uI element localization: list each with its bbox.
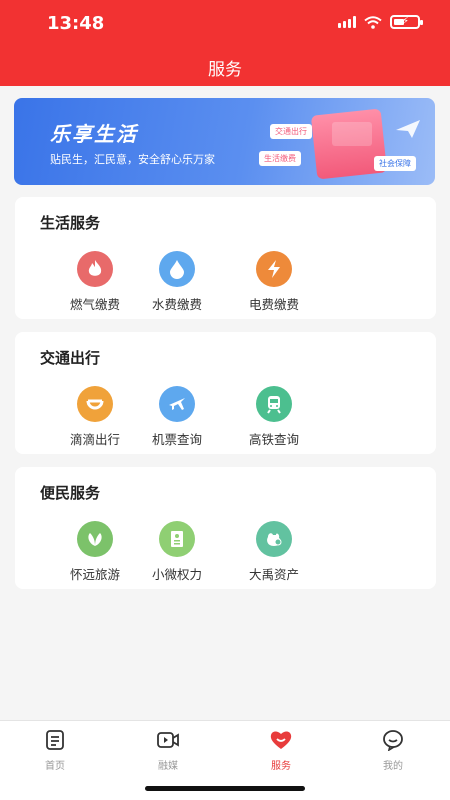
- tab-label: 服务: [271, 761, 291, 772]
- section-title: 交通出行: [40, 349, 101, 367]
- flame-icon: [77, 251, 113, 287]
- service-train-query[interactable]: 高铁查询: [239, 386, 309, 448]
- service-tourism[interactable]: 怀远旅游: [60, 521, 130, 583]
- heart-icon: [270, 731, 292, 749]
- banner-tag-payment: 生活缴费: [259, 151, 301, 166]
- service-label: 机票查询: [151, 432, 202, 447]
- train-icon: [256, 386, 292, 422]
- service-label: 水费缴费: [151, 297, 202, 312]
- airplane-icon: [159, 386, 195, 422]
- service-didi[interactable]: 滴滴出行: [60, 386, 130, 448]
- money-bag-icon: [256, 521, 292, 557]
- home-doc-icon: [46, 730, 64, 750]
- service-gas-payment[interactable]: 燃气缴费: [60, 251, 130, 313]
- battery-icon: ⚡: [390, 15, 423, 29]
- tab-services[interactable]: 服务: [251, 729, 311, 772]
- page-title: 服务: [208, 60, 242, 80]
- wifi-icon: [364, 15, 382, 29]
- banner-headline: 乐享生活: [50, 122, 138, 146]
- service-label: 小微权力: [151, 567, 202, 582]
- video-icon: [157, 732, 179, 748]
- tab-label: 首页: [45, 761, 65, 772]
- section-card-transport: 交通出行 滴滴出行 机票查询 高铁查询: [15, 332, 436, 454]
- status-bar: 13:48 ⚡: [0, 0, 450, 46]
- paper-plane-icon: [396, 120, 420, 138]
- section-title: 生活服务: [40, 214, 101, 232]
- service-label: 电费缴费: [248, 297, 299, 312]
- document-icon: [159, 521, 195, 557]
- service-dayu-assets[interactable]: 大禹资产: [239, 521, 309, 583]
- tab-label: 融媒: [158, 761, 178, 772]
- lightning-icon: [256, 251, 292, 287]
- banner-subline: 贴民生，汇民意，安全舒心乐万家: [50, 153, 215, 166]
- status-icons: ⚡: [338, 15, 423, 29]
- water-drop-icon: [159, 251, 195, 287]
- home-indicator[interactable]: [145, 786, 305, 791]
- service-label: 燃气缴费: [69, 297, 120, 312]
- tab-label: 我的: [383, 761, 403, 772]
- service-label: 高铁查询: [248, 432, 299, 447]
- tab-profile[interactable]: 我的: [363, 729, 423, 772]
- service-label: 滴滴出行: [69, 432, 120, 447]
- profile-icon: [383, 730, 403, 752]
- header: 13:48 ⚡ 服务: [0, 0, 450, 86]
- service-micro-power[interactable]: 小微权力: [142, 521, 212, 583]
- didi-icon: [77, 386, 113, 422]
- promo-banner[interactable]: 乐享生活 贴民生，汇民意，安全舒心乐万家 交通出行 生活缴费 社会保障: [14, 98, 435, 185]
- tab-home[interactable]: 首页: [25, 729, 85, 772]
- banner-tag-transport: 交通出行: [270, 124, 312, 139]
- section-card-life: 生活服务 燃气缴费 水费缴费 电费缴费: [15, 197, 436, 319]
- tab-media[interactable]: 融媒: [138, 729, 198, 772]
- leaf-icon: [77, 521, 113, 557]
- service-label: 大禹资产: [248, 567, 299, 582]
- cellular-signal-icon: [338, 16, 356, 28]
- banner-tag-security: 社会保障: [374, 156, 416, 171]
- service-label: 怀远旅游: [69, 567, 120, 582]
- section-card-convenience: 便民服务 怀远旅游 小微权力 大禹资产: [15, 467, 436, 589]
- section-title: 便民服务: [40, 484, 101, 502]
- service-flight-query[interactable]: 机票查询: [142, 386, 212, 448]
- service-water-payment[interactable]: 水费缴费: [142, 251, 212, 313]
- service-electricity-payment[interactable]: 电费缴费: [239, 251, 309, 313]
- status-time: 13:48: [47, 13, 105, 34]
